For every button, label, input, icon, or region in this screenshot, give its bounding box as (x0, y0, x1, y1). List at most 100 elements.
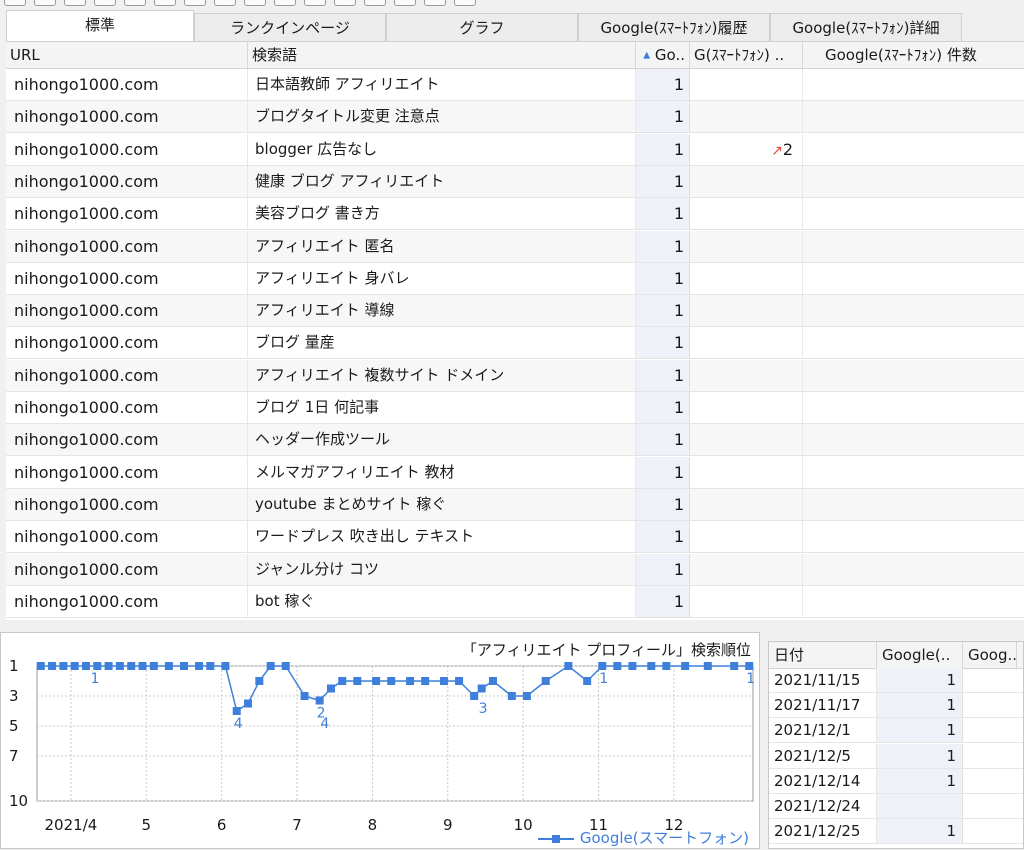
data-point (564, 662, 573, 670)
cell-keyword: アフィリエイト 身バレ (248, 262, 636, 294)
cell-rank: 1 (636, 101, 690, 133)
data-point (613, 662, 622, 670)
data-point (522, 692, 531, 700)
cell-google-sp: ↗2 (690, 133, 803, 165)
table-row[interactable]: nihongo1000.com bot 稼ぐ 1 (6, 585, 1024, 618)
toolbar-button[interactable] (244, 0, 266, 6)
toolbar-button[interactable] (334, 0, 356, 6)
column-header-date[interactable]: 日付 (769, 642, 877, 668)
data-point (315, 696, 324, 705)
table-row[interactable]: nihongo1000.com 日本語教師 アフィリエイト 1 (6, 69, 1024, 101)
date-table-row[interactable]: 2021/12/25 1 (769, 819, 1023, 845)
y-tick-label: 1 (9, 657, 19, 675)
tab-google-sp-history[interactable]: Google(ｽﾏｰﾄﾌｫﾝ)履歴 (578, 13, 770, 41)
data-point (647, 662, 656, 670)
data-point (662, 662, 671, 670)
tab-bar: 標準 ランクインページ グラフ Google(ｽﾏｰﾄﾌｫﾝ)履歴 Google… (0, 9, 1024, 41)
table-row[interactable]: nihongo1000.com ブログ 1日 何記事 1 (6, 392, 1024, 424)
cell-url: nihongo1000.com (6, 456, 248, 488)
table-row[interactable]: nihongo1000.com ワードプレス 吹き出し テキスト 1 (6, 521, 1024, 554)
legend-line-icon (537, 834, 574, 843)
cell-google-2 (963, 668, 1017, 692)
table-row[interactable]: nihongo1000.com アフィリエイト 複数サイト ドメイン 1 (6, 359, 1024, 392)
table-row[interactable]: nihongo1000.com blogger 広告なし 1 ↗2 (6, 133, 1024, 166)
data-label: 1 (746, 671, 755, 687)
toolbar-button[interactable] (454, 0, 476, 6)
table-row[interactable]: nihongo1000.com アフィリエイト 導線 1 (6, 295, 1024, 328)
y-tick-label: 10 (9, 792, 28, 810)
cell-google-2 (963, 819, 1017, 843)
date-table-row[interactable]: 2021/12/5 1 (769, 743, 1023, 769)
cell-google-1: 1 (877, 718, 963, 743)
cell-google-2 (963, 718, 1017, 742)
toolbar-button[interactable] (424, 0, 446, 6)
tab-google-sp-detail[interactable]: Google(ｽﾏｰﾄﾌｫﾝ)詳細 (770, 13, 962, 41)
column-header-rank[interactable]: ▲ Go.. (636, 42, 690, 68)
cell-google-2 (963, 794, 1017, 818)
toolbar-button[interactable] (184, 0, 206, 6)
date-table-row[interactable]: 2021/12/14 1 (769, 768, 1023, 794)
toolbar-button[interactable] (34, 0, 56, 6)
data-point (372, 677, 381, 685)
data-point (48, 662, 57, 670)
toolbar-button[interactable] (214, 0, 236, 6)
cell-google-1: 1 (877, 819, 963, 844)
up-arrow-icon: ↗ (771, 142, 783, 159)
table-row[interactable]: nihongo1000.com ブログ 量産 1 (6, 327, 1024, 360)
toolbar-button[interactable] (64, 0, 86, 6)
toolbar-button[interactable] (154, 0, 176, 6)
cell-url: nihongo1000.com (6, 327, 248, 359)
cell-count (803, 457, 1024, 488)
date-table-row[interactable]: 2021/11/17 1 (769, 693, 1023, 719)
column-header-google-sp[interactable]: G(ｽﾏｰﾄﾌｫﾝ) .. (690, 42, 803, 68)
column-header-keyword[interactable]: 検索語 (248, 42, 636, 68)
column-header-url[interactable]: URL (6, 42, 248, 68)
cell-google-1: 1 (877, 668, 963, 692)
date-table-row[interactable]: 2021/12/1 1 (769, 718, 1023, 744)
cell-keyword: 健康 ブログ アフィリエイト (248, 165, 636, 197)
toolbar-button[interactable] (94, 0, 116, 6)
data-point (93, 662, 102, 670)
data-point (470, 692, 479, 700)
toolbar-button[interactable] (4, 0, 26, 6)
table-row[interactable]: nihongo1000.com 美容ブログ 書き方 1 (6, 198, 1024, 231)
cell-google-sp (690, 295, 803, 327)
cell-keyword: youtube まとめサイト 稼ぐ (248, 488, 636, 520)
toolbar-button[interactable] (124, 0, 146, 6)
table-row[interactable]: nihongo1000.com メルマガアフィリエイト 教材 1 (6, 456, 1024, 489)
cell-google-sp (690, 392, 803, 423)
tab-graph[interactable]: グラフ (386, 13, 578, 41)
table-row[interactable]: nihongo1000.com アフィリエイト 匿名 1 (6, 230, 1024, 263)
x-tick-label: 7 (292, 816, 302, 834)
table-row[interactable]: nihongo1000.com 健康 ブログ アフィリエイト 1 (6, 165, 1024, 198)
cell-count (803, 554, 1024, 585)
table-row[interactable]: nihongo1000.com ジャンル分け コツ 1 (6, 553, 1024, 586)
toolbar-button[interactable] (304, 0, 326, 6)
data-point (455, 677, 464, 685)
date-table-row[interactable]: 2021/11/15 1 (769, 668, 1023, 693)
table-row[interactable]: nihongo1000.com アフィリエイト 身バレ 1 (6, 262, 1024, 295)
tab-standard[interactable]: 標準 (6, 10, 194, 41)
cell-google-sp (690, 424, 803, 456)
grid-body: nihongo1000.com 日本語教師 アフィリエイト 1 nihongo1000… (6, 69, 1024, 620)
tab-rank-in-page[interactable]: ランクインページ (194, 13, 386, 41)
cell-count (803, 521, 1024, 552)
table-row[interactable]: nihongo1000.com ブログタイトル変更 注意点 1 (6, 101, 1024, 134)
date-table-row[interactable]: 2021/12/24 (769, 794, 1023, 819)
toolbar-button[interactable] (394, 0, 416, 6)
toolbar-button[interactable] (274, 0, 296, 6)
column-header-google-1[interactable]: Google(.. (877, 642, 963, 668)
series-line (40, 665, 750, 713)
column-header-count[interactable]: Google(ｽﾏｰﾄﾌｫﾝ) 件数 (803, 42, 1024, 68)
date-table-header: 日付 Google(.. Goog.. (769, 642, 1023, 669)
date-history-table: 日付 Google(.. Goog.. 2021/11/15 1 2021/11/1… (768, 641, 1024, 849)
table-row[interactable]: nihongo1000.com ヘッダー作成ツール 1 (6, 424, 1024, 457)
column-header-google-2[interactable]: Goog.. (963, 642, 1017, 668)
table-row[interactable]: nihongo1000.com youtube まとめサイト 稼ぐ 1 (6, 488, 1024, 521)
cell-count (803, 69, 1024, 100)
toolbar-button[interactable] (364, 0, 386, 6)
data-point (221, 662, 230, 670)
data-point (628, 662, 637, 670)
cell-count (803, 360, 1024, 391)
cell-keyword: アフィリエイト 複数サイト ドメイン (248, 359, 636, 391)
